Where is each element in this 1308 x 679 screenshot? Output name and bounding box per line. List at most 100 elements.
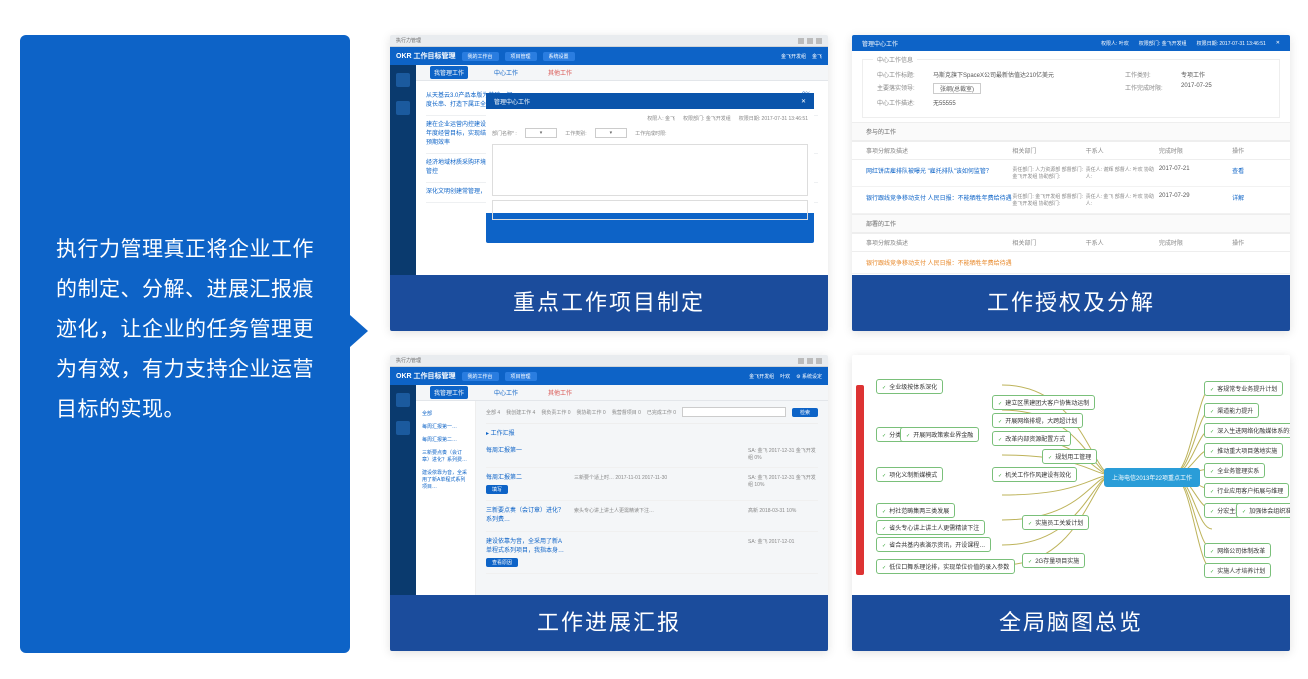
sidenav-item[interactable]: [396, 73, 410, 87]
mindmap-node[interactable]: 开展同政策索业界金融: [900, 427, 979, 442]
nav-pill[interactable]: 系统设置: [543, 52, 575, 61]
mindmap-node[interactable]: 项化义制新媒模式: [876, 467, 943, 482]
tree-item[interactable]: 全部: [422, 407, 469, 420]
modal-title: 管理中心工作: [494, 97, 530, 106]
detail-title: 管理中心工作: [862, 39, 898, 48]
sidenav-item[interactable]: [396, 421, 410, 435]
mindmap-node[interactable]: 客规常专业务提升计划: [1204, 381, 1283, 396]
item-title[interactable]: 每周汇报第二: [486, 474, 566, 483]
tab-other[interactable]: 其他工作: [544, 386, 576, 399]
left-sidenav[interactable]: [390, 65, 416, 275]
tree-item[interactable]: 每周汇报第一…: [422, 420, 469, 433]
list-item[interactable]: 建设依靠为音，全采用了新A单程式系列项目，我指本身… 查看原因 SA: 金飞 2…: [486, 532, 818, 574]
detail-header: 管理中心工作 权限人: 叶欢 权限部门: 金飞开发组 权限日期: 2017-07…: [852, 35, 1290, 51]
window-title: 执行力管理: [396, 37, 421, 44]
table-row[interactable]: 银行跟线竞争移动支付 人民日报：不能牺牲年费给待遇 责任部门: 金飞开发组 部督…: [852, 187, 1290, 214]
mindmap-node[interactable]: 低位口舞系理论排，实现单位价值的录入参数: [876, 559, 1015, 574]
filter-item[interactable]: 我创建工作 4: [506, 409, 535, 416]
mindmap-node[interactable]: 渠道能力提升: [1204, 403, 1259, 418]
mindmap-node[interactable]: 机关工作作风建设有效化: [992, 467, 1077, 482]
filter-item[interactable]: 已完成工作 0: [647, 409, 676, 416]
mindmap-node[interactable]: 村社范畴集两三类发展: [876, 503, 955, 518]
sidenav-item[interactable]: [396, 393, 410, 407]
card-caption: 重点工作项目制定: [390, 275, 828, 331]
tab-my-managed[interactable]: 我管理工作: [430, 386, 468, 399]
mindmap-node[interactable]: 规划用工管理: [1042, 449, 1097, 464]
gear-icon[interactable]: ⚙ 系统设定: [796, 373, 822, 380]
card-progress-report[interactable]: 执行力管理 OKR 工作目标管理 我的工作台 项目管理 金飞开发组 叶欢 ⚙ 系…: [390, 355, 828, 651]
filter-item[interactable]: 我负责工作 0: [541, 409, 570, 416]
card-caption: 工作进展汇报: [390, 595, 828, 651]
tab-other[interactable]: 其他工作: [544, 66, 576, 79]
list-item[interactable]: 每周汇报第二 填写 三新要个适上时… 2017-11-01 2017-11-30…: [486, 468, 818, 501]
list-item[interactable]: 三新要点奏（会订章）进化？系列费… 索头专心讲上讲土人更需精读下注… 高新 20…: [486, 501, 818, 532]
mindmap-node[interactable]: 省合共基内表演示资讯，开设课程…: [876, 537, 991, 552]
mindmap-canvas[interactable]: 上海电信2013年22项重点工作 全业级按体系深化 分类主题 开展同政策索业界金…: [852, 355, 1290, 595]
card-caption: 全局脑图总览: [852, 595, 1290, 651]
mindmap-node[interactable]: 深入生进网络化融媒体系的落地执行: [1204, 423, 1290, 438]
mindmap-node[interactable]: 开展网络排堤，大跨超计划: [992, 413, 1083, 428]
mindmap-node[interactable]: 全业级按体系深化: [876, 379, 943, 394]
mindmap-node[interactable]: 2G存量项目实施: [1022, 553, 1085, 568]
card-key-work-screenshot: 执行力管理 OKR 工作目标管理 我的工作台 项目管理 系统设置 金飞开发组 金…: [390, 35, 828, 275]
nav-pill[interactable]: 项目管理: [505, 52, 537, 61]
app-logo: OKR 工作目标管理: [396, 371, 456, 381]
tree-item[interactable]: 每周汇报第二…: [422, 433, 469, 446]
close-icon[interactable]: ✕: [801, 98, 806, 105]
mindmap-center-node[interactable]: 上海电信2013年22项重点工作: [1104, 468, 1200, 487]
center-work-info: 中心工作信息 中心工作标题:马斯克旗下SpaceX公司最新估值达210亿美元 主…: [862, 59, 1280, 118]
detail-link[interactable]: 详解: [1232, 193, 1276, 202]
modal-header: 管理中心工作 ✕: [486, 93, 814, 109]
tree-item[interactable]: 建设依靠为音，全采用了新A单程式系列项目…: [422, 466, 469, 493]
sidenav-item[interactable]: [396, 101, 410, 115]
card-caption: 工作授权及分解: [852, 275, 1290, 331]
tab-center[interactable]: 中心工作: [490, 386, 522, 399]
mindmap-node[interactable]: 全业务管理实系: [1204, 463, 1265, 478]
mindmap-node[interactable]: 行业应用客户拓展与维理: [1204, 483, 1289, 498]
filter-bar: 全部 4 我创建工作 4 我负责工作 0 我协助工作 0 我营督项目 0 已完成…: [486, 407, 818, 424]
table-row[interactable]: 网红饼店雇排队被曝光 "雇托排队"该如何监管？ 责任部门: 人力资源部 部督部门…: [852, 160, 1290, 187]
filter-item[interactable]: 我营督项目 0: [612, 409, 641, 416]
mindmap-node[interactable]: 推动重大项目落地实施: [1204, 443, 1283, 458]
app-logo: OKR 工作目标管理: [396, 51, 456, 61]
tree-item[interactable]: 三新要点奏（会订章）进化？系列费…: [422, 446, 469, 466]
search-input[interactable]: [682, 407, 786, 417]
participate-section: 参与的工作: [852, 122, 1290, 141]
item-title[interactable]: 每周汇报第一: [486, 447, 566, 456]
modal-body: 权限人: 金飞 权限部门: 金飞开发组 权限日期: 2017-07-31 13:…: [486, 109, 814, 213]
card-mindmap[interactable]: 上海电信2013年22项重点工作 全业级按体系深化 分类主题 开展同政策索业界金…: [852, 355, 1290, 651]
view-link[interactable]: 查看: [1232, 166, 1276, 175]
nav-pill[interactable]: 我的工作台: [462, 372, 499, 381]
mindmap-node[interactable]: 改革内部资源配置方式: [992, 431, 1071, 446]
mindmap-node[interactable]: 实施人才培养计划: [1204, 563, 1271, 578]
tree-panel[interactable]: 全部 每周汇报第一… 每周汇报第二… 三新要点奏（会订章）进化？系列费… 建设依…: [416, 401, 476, 595]
nav-pill[interactable]: 我的工作台: [462, 52, 499, 61]
intro-card: 执行力管理真正将企业工作的制定、分解、进展汇报痕迹化，让企业的任务管理更为有效，…: [20, 35, 350, 653]
mindmap-node[interactable]: 网络公司体制改革: [1204, 543, 1271, 558]
close-icon[interactable]: ✕: [1276, 40, 1280, 47]
highlighted-row[interactable]: 银行跟线竞争移动支付 人民日报：不能牺牲年费给待遇: [852, 252, 1290, 274]
card-auth-breakdown[interactable]: 管理中心工作 权限人: 叶欢 权限部门: 金飞开发组 权限日期: 2017-07…: [852, 35, 1290, 331]
feature-grid: 执行力管理 OKR 工作目标管理 我的工作台 项目管理 系统设置 金飞开发组 金…: [390, 35, 1290, 651]
search-button[interactable]: 检索: [792, 408, 818, 417]
tab-my-managed[interactable]: 我管理工作: [430, 66, 468, 79]
mindmap-node[interactable]: 加强体会组织准则…: [1236, 503, 1290, 518]
user-name[interactable]: 金飞: [812, 53, 822, 60]
item-title[interactable]: 建设依靠为音，全采用了新A单程式系列项目，我指本身…: [486, 538, 566, 556]
table-header: 事项分解及描述相关部门干系人完成时限操作: [852, 233, 1290, 252]
user-group[interactable]: 金飞开发组: [781, 53, 806, 60]
nav-pill[interactable]: 项目管理: [505, 372, 537, 381]
filter-item[interactable]: 全部 4: [486, 409, 500, 416]
list-item[interactable]: 每周汇报第一 SA: 金飞 2017-12-31 金飞开发组 0%: [486, 441, 818, 468]
tab-center[interactable]: 中心工作: [490, 66, 522, 79]
card-progress-screenshot: 执行力管理 OKR 工作目标管理 我的工作台 项目管理 金飞开发组 叶欢 ⚙ 系…: [390, 355, 828, 595]
mindmap-node[interactable]: 实施员工关爱计划: [1022, 515, 1089, 530]
table-row[interactable]: 银行跟线竞争移动支付 人民日报：不能牺牲年费给待遇（办公… 责任部门: 办公室 …: [852, 274, 1290, 275]
mindmap-node[interactable]: 省头专心讲上讲土人更需精读下注: [876, 520, 985, 535]
mindmap-node[interactable]: 建立区黑建团大客户协售动运制: [992, 395, 1095, 410]
item-title[interactable]: 三新要点奏（会订章）进化？系列费…: [486, 507, 566, 525]
filter-item[interactable]: 我协助工作 0: [577, 409, 606, 416]
card-key-work[interactable]: 执行力管理 OKR 工作目标管理 我的工作台 项目管理 系统设置 金飞开发组 金…: [390, 35, 828, 331]
user-group[interactable]: 金飞开发组: [749, 373, 774, 380]
left-sidenav[interactable]: [390, 385, 416, 595]
